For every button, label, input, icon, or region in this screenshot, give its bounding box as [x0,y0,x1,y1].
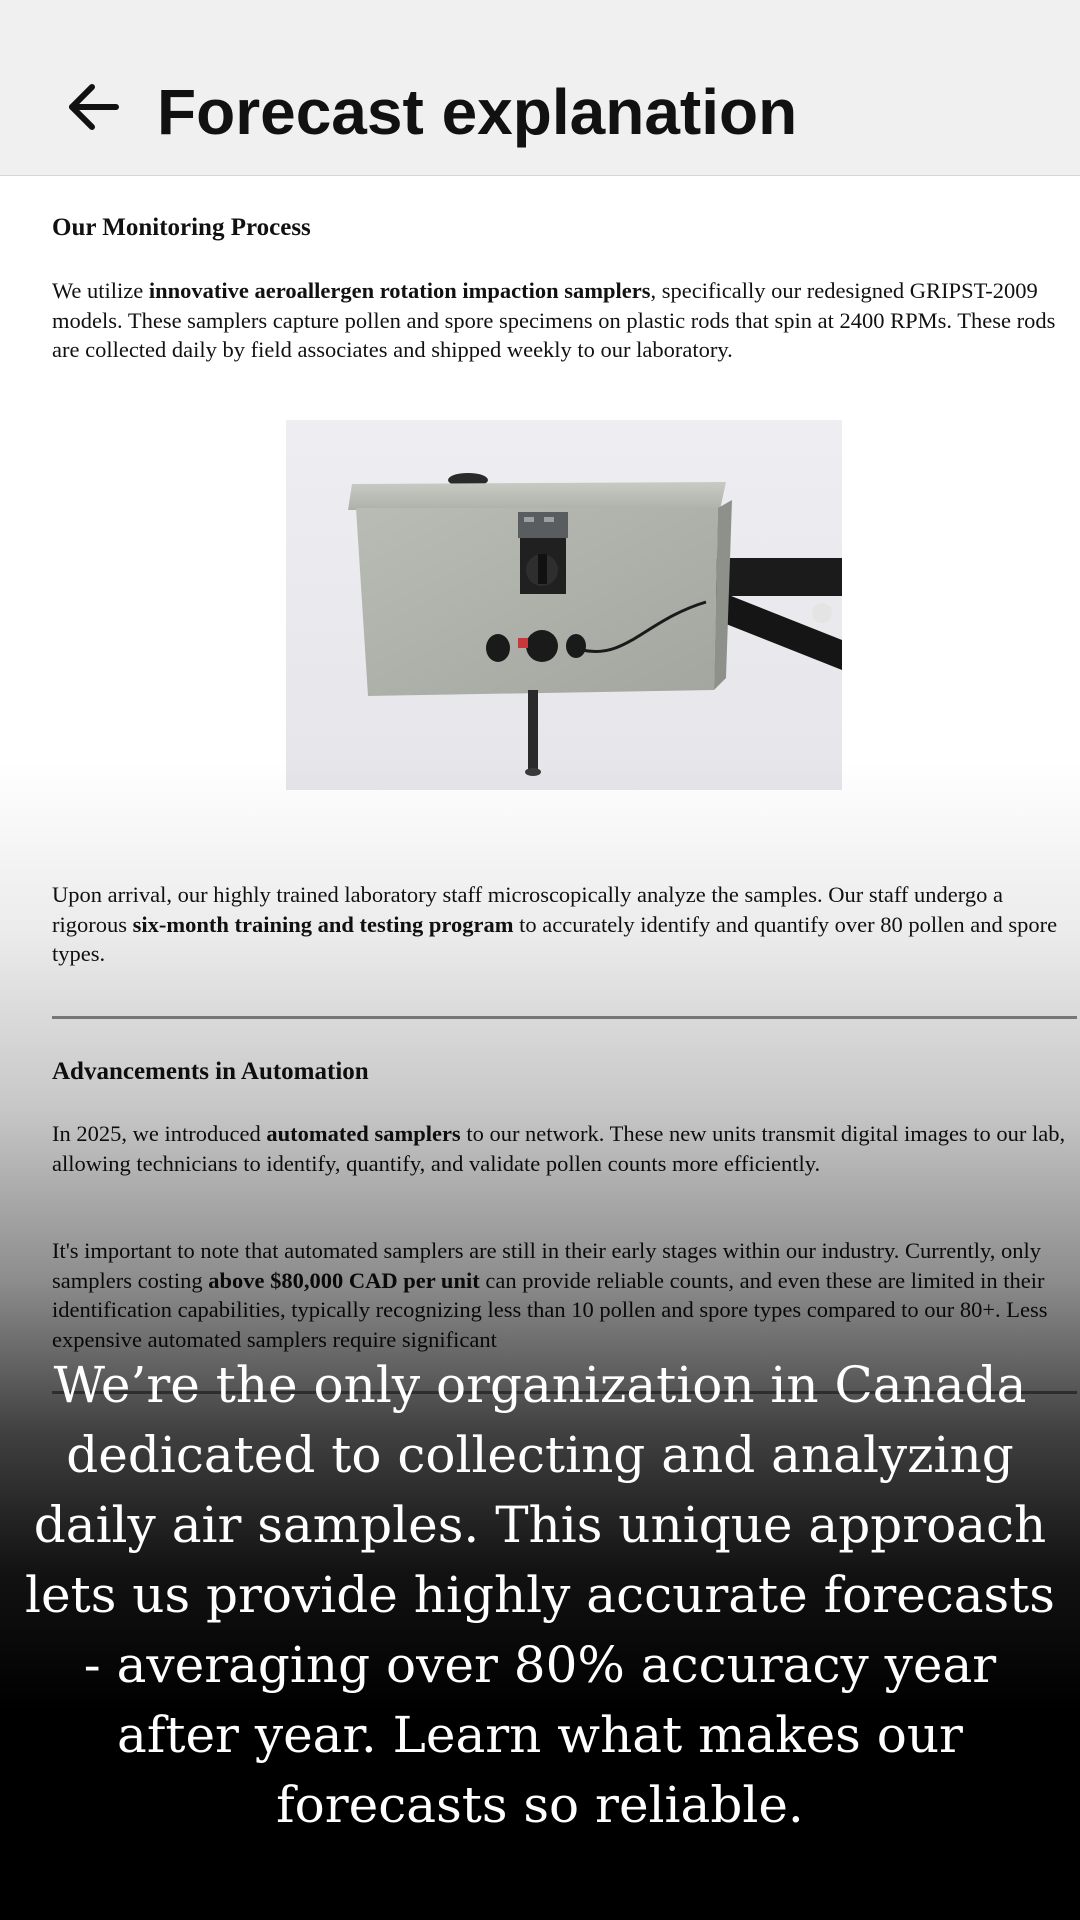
arrow-left-icon [69,84,119,130]
section-divider [52,1016,1077,1019]
bold-text-run: above $80,000 CAD per unit [208,1267,480,1293]
section-heading-monitoring: Our Monitoring Process [52,214,311,241]
sampler-photo [286,420,842,790]
automation-paragraph-2: It's important to note that automated sa… [52,1236,1077,1354]
monitoring-paragraph-1: We utilize innovative aeroallergen rotat… [52,276,1077,365]
monitoring-paragraph-2: Upon arrival, our highly trained laborat… [52,880,1077,969]
section-heading-automation: Advancements in Automation [52,1058,369,1085]
automation-paragraph-1: In 2025, we introduced automated sampler… [52,1119,1077,1178]
page-title: Forecast explanation [157,76,798,148]
bold-text-run: six-month training and testing program [132,911,514,937]
back-button[interactable] [58,72,128,142]
text-run: We utilize [52,278,149,303]
overlay-caption: We’re the only organization in Canada de… [25,1356,1055,1834]
text-run: In 2025, we introduced [52,1121,267,1146]
bold-text-run: automated samplers [266,1121,461,1146]
bold-text-run: innovative aeroallergen rotation impacti… [148,278,651,303]
app-bar: Forecast explanation [0,0,1080,176]
